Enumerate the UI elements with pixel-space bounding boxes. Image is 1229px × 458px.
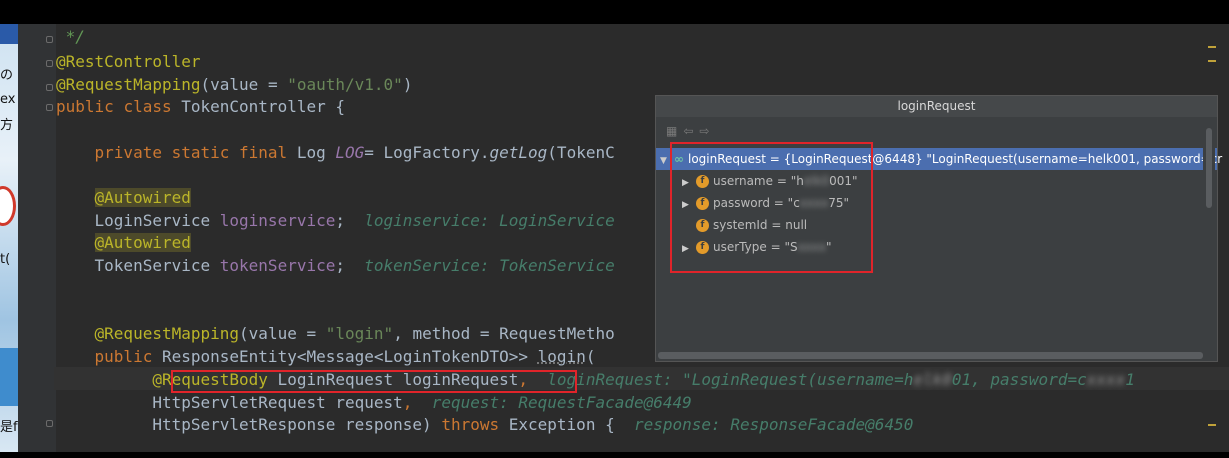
popup-toolbar: ▦⇦⇨ xyxy=(666,124,715,138)
inline-debug-hint: tokenService: TokenService xyxy=(364,256,615,275)
desktop-folder-icon[interactable] xyxy=(0,348,18,406)
fields-highlight-box xyxy=(670,142,873,273)
fold-marker-icon[interactable] xyxy=(46,84,53,91)
inline-debug-hint: request: RequestFacade@6449 xyxy=(431,393,692,412)
breakpoint-gutter-icon[interactable] xyxy=(46,104,53,111)
error-stripe-mark[interactable] xyxy=(1208,424,1216,426)
code-line: @RequestMapping(value = "login", method … xyxy=(94,324,615,343)
forward-icon[interactable]: ⇨ xyxy=(699,124,715,138)
code-line: @RequestMapping(value = "oauth/v1.0") xyxy=(56,75,413,94)
error-stripe-mark[interactable] xyxy=(1208,46,1216,48)
desktop-label: の xyxy=(0,68,14,83)
annotation-highlight-box xyxy=(171,370,577,393)
inline-debug-hint: response: ResponseFacade@6450 xyxy=(633,415,914,434)
code-line: HttpServletRequest request, request: Req… xyxy=(152,393,692,412)
desktop-label: 是f xyxy=(0,420,18,435)
code-line: */ xyxy=(65,27,85,46)
code-line: LoginService loginservice; loginservice:… xyxy=(94,211,615,230)
desktop-label: ex xyxy=(0,92,16,107)
desktop-background: の ex 方 t( 是f xyxy=(0,0,18,458)
inline-debug-hint: loginRequest: "LoginRequest(username=hel… xyxy=(547,370,1135,389)
code-line: public ResponseEntity<Message<LoginToken… xyxy=(94,347,596,366)
frame-icon[interactable]: ▦ xyxy=(666,124,683,138)
bottom-border xyxy=(0,452,1229,458)
code-line: HttpServletResponse response) throws Exc… xyxy=(152,415,914,434)
back-icon[interactable]: ⇦ xyxy=(683,124,699,138)
error-stripe-mark[interactable] xyxy=(1208,60,1216,62)
fold-marker-icon[interactable] xyxy=(46,36,53,43)
title-bar xyxy=(0,0,1229,24)
code-line: @Autowired xyxy=(94,233,191,252)
editor-gutter xyxy=(18,24,56,452)
inline-debug-hint: loginservice: LoginService xyxy=(364,211,615,230)
horizontal-scrollbar[interactable] xyxy=(658,352,1203,359)
desktop-app-icon[interactable] xyxy=(0,186,16,226)
fold-marker-icon[interactable] xyxy=(46,60,53,67)
code-line: @Autowired xyxy=(94,188,191,207)
code-line: public class TokenController { xyxy=(56,97,345,116)
code-line: private static final Log LOG= LogFactory… xyxy=(94,143,615,162)
scrollbar-thumb[interactable] xyxy=(1206,128,1212,208)
popup-title: loginRequest xyxy=(656,96,1217,117)
desktop-label: 方 xyxy=(0,118,14,133)
code-line: TokenService tokenService; tokenService:… xyxy=(94,256,615,275)
vertical-scrollbar[interactable] xyxy=(1203,118,1215,352)
fold-marker-icon[interactable] xyxy=(46,420,53,427)
code-line: @RestController xyxy=(56,52,201,71)
desktop-label: t( xyxy=(0,252,11,267)
desktop-shortcut-icon[interactable] xyxy=(0,24,18,44)
